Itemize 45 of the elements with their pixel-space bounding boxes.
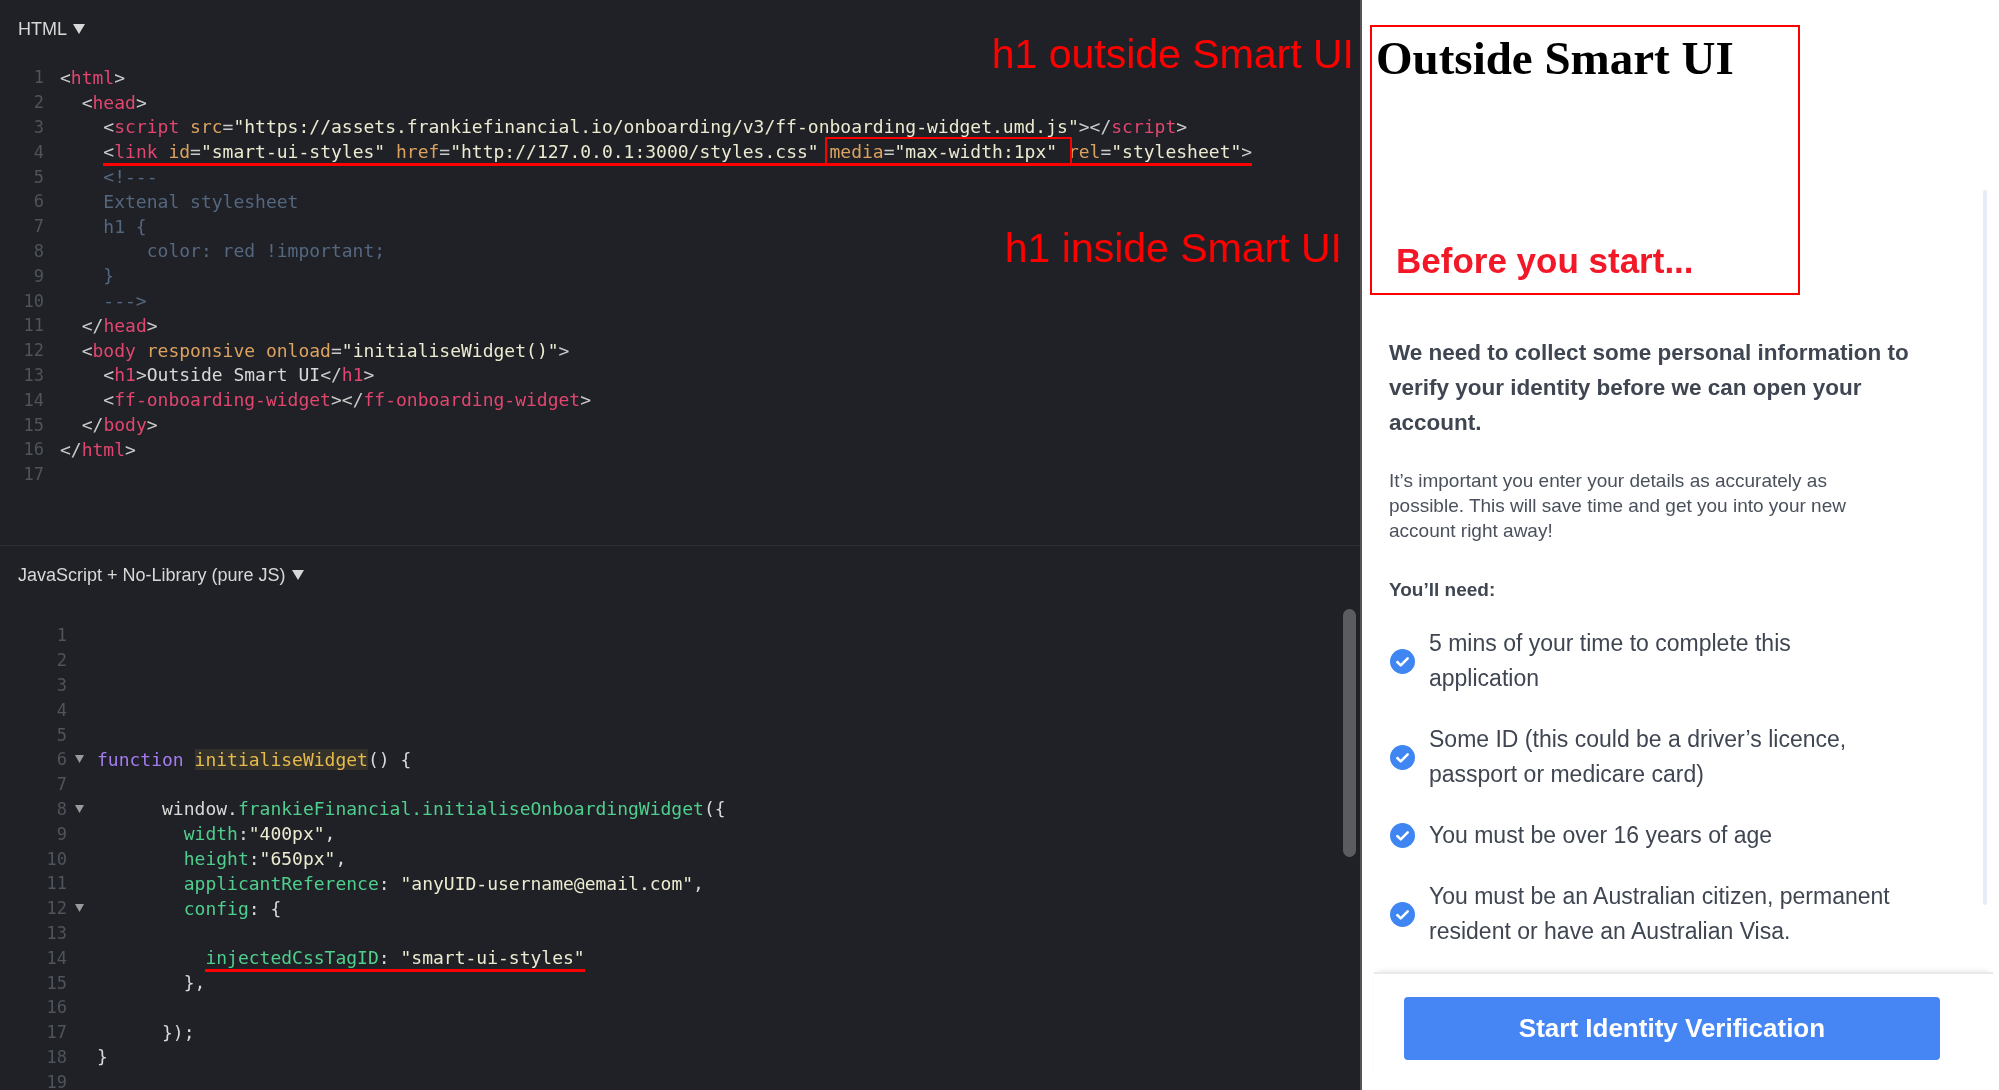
scrollbar[interactable] — [1343, 609, 1356, 857]
requirement-text: 5 mins of your time to complete this application — [1429, 629, 1792, 693]
code-line: }, — [182, 972, 206, 994]
fold-caret-icon[interactable] — [75, 904, 84, 913]
code-line: window.frankieFinancial.initialiseOnboardingWidget({ — [161, 798, 726, 820]
code-line: config: { — [182, 897, 282, 919]
intro-text: We need to collect some personal information to verify your identity before we can open your account. — [1389, 339, 1910, 437]
code-line: </head> — [80, 314, 158, 336]
page-heading: Outside Smart UI — [1376, 33, 1734, 85]
widget-heading: Before you start... — [1396, 241, 1694, 281]
code-line: color: red !important; — [145, 240, 386, 262]
fold-caret-icon[interactable] — [75, 755, 84, 764]
code-line: width:"400px", — [182, 823, 336, 845]
note-text: It’s important you enter your details as accurately as possible. This will save time and get you into your new account right away! — [1389, 469, 1847, 543]
code-line: <script src="https://assets.frankiefinancial.io/onboarding/v3/ff-onboarding-widget.umd.js"></script> — [102, 116, 1188, 138]
code-line: ---> — [102, 290, 147, 312]
code-line: applicantReference: "anyUID-username@email.com", — [182, 872, 704, 894]
code-line: <head> — [80, 91, 147, 113]
fold-caret-icon[interactable] — [75, 804, 84, 813]
annotation-label: h1 outside Smart UI — [991, 31, 1354, 78]
requirement-text: You must be over 16 years of age — [1429, 821, 1774, 850]
code-line: <h1>Outside Smart UI</h1> — [102, 364, 375, 386]
code-line: } — [102, 265, 115, 287]
code-line: </body> — [80, 414, 158, 436]
code-line: <!--- — [102, 166, 158, 188]
code-line: <html> — [60, 66, 126, 88]
code-line: <ff-onboarding-widget></ff-onboarding-widget> — [102, 389, 592, 411]
language-selector[interactable]: HTML — [0, 17, 85, 41]
code-line: Extenal stylesheet — [102, 190, 299, 212]
requirement-text: You must be an Australian citizen, permanent resident or have an Australian Visa. — [1429, 882, 1891, 946]
start-verification-button[interactable]: Start Identity Verification — [1404, 997, 1940, 1060]
code-line: </html> — [60, 438, 136, 460]
code-line: injectedCssTagID: "smart-ui-styles" — [97, 947, 585, 969]
code-line: h1 { — [102, 215, 147, 237]
annotation-label: h1 inside Smart UI — [1004, 225, 1342, 272]
code-line: <body responsive onload="initialiseWidget()"> — [80, 339, 570, 361]
requirement-text: Some ID (this could be a driver’s licence, passport or medicare card) — [1429, 725, 1848, 789]
code-line: }); — [161, 1021, 195, 1043]
code-line: } — [97, 1046, 108, 1068]
caret-icon — [73, 24, 85, 34]
language-selector[interactable]: JavaScript + No-Library (pure JS) — [0, 563, 304, 587]
requirements-label: You’ll need: — [1389, 579, 1496, 601]
code-line: function initialiseWidget() { — [97, 748, 412, 770]
caret-icon — [291, 570, 304, 580]
code-line: height:"650px", — [182, 848, 347, 870]
